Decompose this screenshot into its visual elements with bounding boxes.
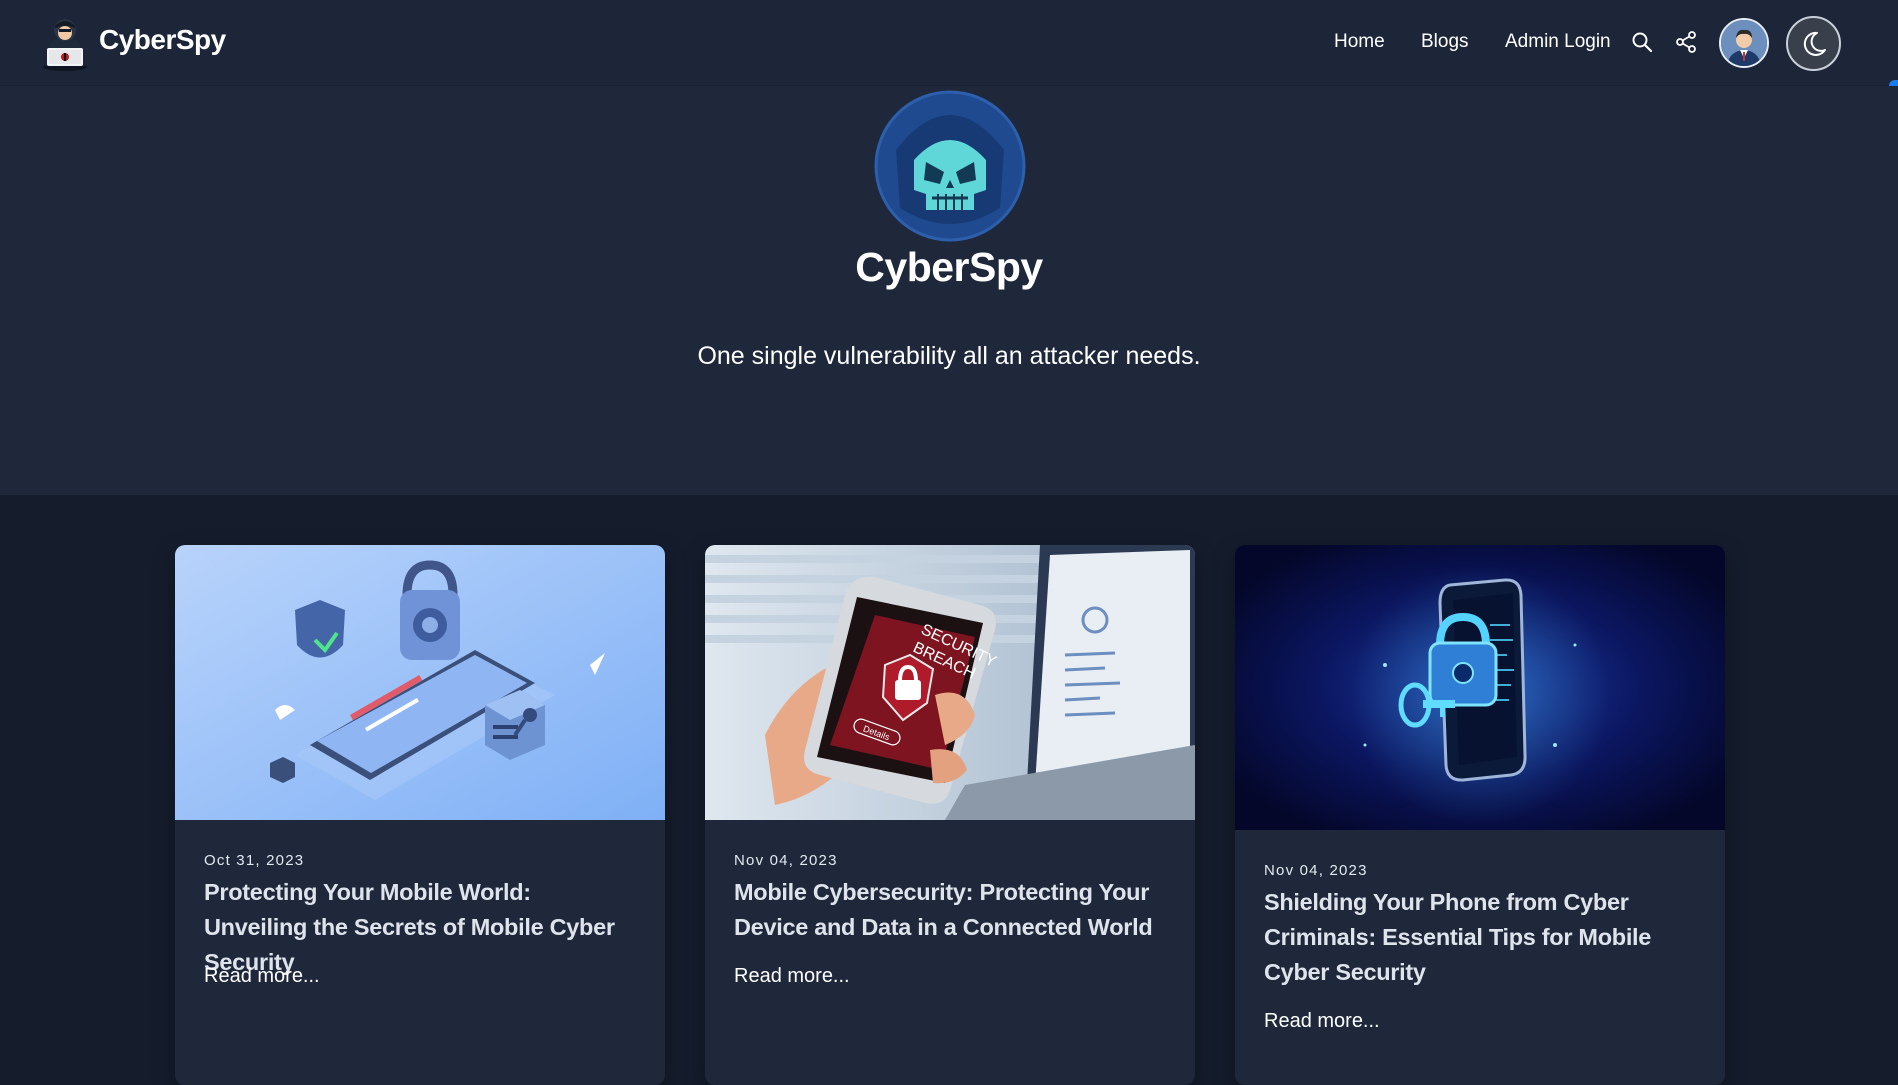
read-more-link[interactable]: Read more... [1264,1010,1380,1033]
card-image-phone-lock [1235,545,1725,830]
hacker-logo-icon[interactable] [40,14,90,72]
post-date: Nov 04, 2023 [734,852,838,869]
post-date: Nov 04, 2023 [1264,862,1368,879]
post-date: Oct 31, 2023 [204,852,305,869]
brand-name[interactable]: CyberSpy [99,24,226,56]
read-more-link[interactable]: Read more... [204,965,320,988]
blog-card[interactable]: Nov 04, 2023 Shielding Your Phone from C… [1235,545,1725,1085]
page-title: CyberSpy [855,244,1043,290]
nav-blogs-link[interactable]: Blogs [1421,31,1469,53]
nav-home-link[interactable]: Home [1334,31,1385,53]
search-icon[interactable] [1630,30,1654,54]
card-image-mobile-security [175,545,665,820]
moon-icon [1803,31,1826,56]
tagline: One single vulnerability all an attacker… [697,342,1201,370]
share-icon[interactable] [1674,30,1698,54]
post-title[interactable]: Shielding Your Phone from Cyber Criminal… [1264,885,1696,990]
blog-card[interactable]: SECURITY BREACH Details Nov 04, 2023 Mob… [705,545,1195,1085]
avatar[interactable] [1719,18,1769,68]
skull-logo-icon [874,90,1026,242]
card-image-security-breach: SECURITY BREACH Details [705,545,1195,820]
navbar: CyberSpy Home Blogs Admin Login [0,0,1898,142]
user-avatar-icon [1721,20,1767,66]
hero-section: CyberSpy One single vulnerability all an… [0,86,1898,495]
read-more-link[interactable]: Read more... [734,965,850,988]
blog-card[interactable]: Oct 31, 2023 Protecting Your Mobile Worl… [175,545,665,1085]
dark-mode-toggle[interactable] [1786,16,1841,71]
nav-admin-login-link[interactable]: Admin Login [1505,31,1611,53]
post-title[interactable]: Mobile Cybersecurity: Protecting Your De… [734,875,1166,945]
